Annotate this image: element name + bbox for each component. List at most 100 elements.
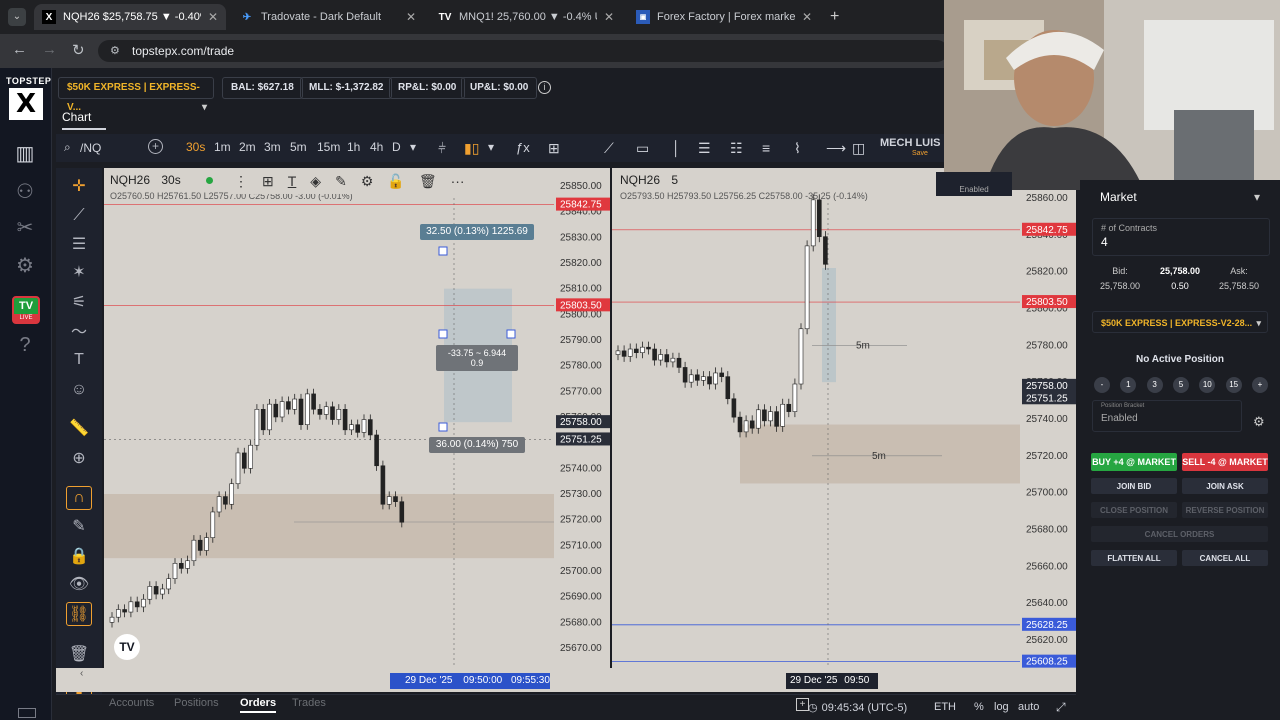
bracket-settings-gear-icon[interactable]: ⚙ xyxy=(1253,414,1265,430)
close-position-button[interactable]: CLOSE POSITION xyxy=(1091,502,1177,518)
layout-name[interactable]: MECH LUIS M xyxy=(880,137,944,149)
timeframe-1m[interactable]: 1m xyxy=(214,140,231,154)
draw-mode-icon[interactable]: ✎ xyxy=(66,514,92,538)
add-symbol-icon[interactable]: + xyxy=(148,139,163,154)
cancel-all-button[interactable]: CANCEL ALL xyxy=(1182,550,1268,566)
eye-icon[interactable]: 👁 xyxy=(66,572,92,596)
vertical-line-icon[interactable]: │ xyxy=(672,140,681,156)
join-bid-button[interactable]: JOIN BID xyxy=(1091,478,1177,494)
qty-3-button[interactable]: 3 xyxy=(1146,377,1163,393)
trash-icon[interactable]: 🗑 xyxy=(66,642,92,666)
percent-toggle[interactable]: % xyxy=(974,701,984,713)
fib-tool-icon[interactable]: ☰ xyxy=(66,232,92,256)
close-tab-icon[interactable]: ✕ xyxy=(406,10,416,24)
text-style-icon[interactable]: T xyxy=(288,173,297,189)
site-info-icon[interactable]: ⚙ xyxy=(110,44,120,57)
tab-accounts[interactable]: Accounts xyxy=(109,697,154,709)
close-tab-icon[interactable]: ✕ xyxy=(208,10,218,24)
bar-type-icon[interactable]: ⫩ xyxy=(438,140,446,157)
crosshair-icon[interactable]: ✛ xyxy=(66,174,92,198)
path-icon[interactable]: ⌇ xyxy=(794,140,801,157)
emoji-tool-icon[interactable]: ☺ xyxy=(66,378,92,402)
magnet-icon[interactable]: ∩ xyxy=(66,486,92,510)
tab-trades[interactable]: Trades xyxy=(292,697,326,709)
account-selector[interactable]: $50K EXPRESS | EXPRESS-V... ▾ xyxy=(58,77,214,113)
horizontal-lines-icon[interactable]: ☰ xyxy=(698,140,711,157)
timeframe-d[interactable]: D xyxy=(392,140,401,154)
drawing-lock-icon[interactable]: 🔓 xyxy=(387,173,404,190)
chart-pane-left[interactable]: 25850.00 25840.00 25830.00 25820.00 25810.00… xyxy=(104,168,610,668)
projection-tool-icon[interactable]: ⚟ xyxy=(66,290,92,314)
reload-icon[interactable]: ↻ xyxy=(72,41,85,59)
expand-sidebar-icon[interactable] xyxy=(18,708,36,718)
drag-handle-icon[interactable]: ⋮ xyxy=(234,173,248,190)
text-tool-icon[interactable]: T xyxy=(66,348,92,372)
new-tab-icon[interactable]: + xyxy=(830,8,839,26)
buy-market-button[interactable]: BUY +4 @ MARKET xyxy=(1091,453,1177,471)
trend-line-icon[interactable]: ⟋ xyxy=(604,140,614,157)
order-account-select[interactable]: $50K EXPRESS | EXPRESS-V2-28... ▾ xyxy=(1092,311,1268,333)
browser-tab-topstep[interactable]: X NQH26 $25,758.75 ▼ -0.40% ✕ xyxy=(34,4,226,30)
save-layout-label[interactable]: Save xyxy=(912,150,928,157)
timeframe-2m[interactable]: 2m xyxy=(239,140,256,154)
browser-tab-tradingview[interactable]: TV MNQ1! 25,760.00 ▼ -0.4% Unn ✕ xyxy=(430,4,622,30)
qty-15-button[interactable]: 15 xyxy=(1225,377,1242,393)
back-icon[interactable]: ← xyxy=(12,41,27,58)
log-toggle[interactable]: log xyxy=(994,701,1009,713)
auto-toggle[interactable]: auto xyxy=(1018,701,1039,713)
qty-5-button[interactable]: 5 xyxy=(1172,377,1189,393)
info-icon[interactable]: i xyxy=(538,81,551,94)
ray-icon[interactable]: ⟶ xyxy=(826,140,846,157)
qty-10-button[interactable]: 10 xyxy=(1199,377,1216,393)
tab-positions[interactable]: Positions xyxy=(174,697,219,709)
order-type-select[interactable]: Market ▾ xyxy=(1092,186,1268,210)
timezone-clock[interactable]: ◷ 09:45:34 (UTC-5) xyxy=(808,701,907,714)
qty-1-button[interactable]: 1 xyxy=(1120,377,1137,393)
ruler-icon[interactable]: 📏 xyxy=(66,416,92,440)
candles-icon[interactable]: ▮▯ xyxy=(464,140,479,157)
chart-pane-right[interactable]: 5m5m25860.0025840.0025820.0025800.002578… xyxy=(612,168,1076,668)
go-to-date-icon[interactable]: ‹ xyxy=(80,668,83,679)
flatten-all-button[interactable]: FLATTEN ALL xyxy=(1091,550,1177,566)
fib-icon[interactable]: ☷ xyxy=(730,140,743,157)
timeframe-3m[interactable]: 3m xyxy=(264,140,281,154)
zoom-in-icon[interactable]: ⊕ xyxy=(66,446,92,470)
tv-live-badge[interactable]: TV LIVE xyxy=(12,296,40,324)
link-icon[interactable]: ⛓ xyxy=(66,602,92,626)
reverse-position-button[interactable]: REVERSE POSITION xyxy=(1182,502,1268,518)
close-tab-icon[interactable]: ✕ xyxy=(604,10,614,24)
rectangle-icon[interactable]: ▭ xyxy=(636,140,649,157)
templates-icon[interactable]: ⊞ xyxy=(262,173,274,190)
help-icon[interactable]: ? xyxy=(10,330,40,360)
indicators-icon[interactable]: ƒx xyxy=(516,140,530,155)
layout-grid-icon[interactable]: ⊞ xyxy=(548,140,560,157)
browser-tab-tradovate[interactable]: ✈ Tradovate - Dark Default ✕ xyxy=(232,4,424,30)
browser-tab-forexfactory[interactable]: ▣ Forex Factory | Forex markets fo ✕ xyxy=(628,4,820,30)
timeframe-5m[interactable]: 5m xyxy=(290,140,307,154)
delete-drawing-icon[interactable]: 🗑 xyxy=(419,173,437,190)
timeframe-15m[interactable]: 15m xyxy=(317,140,340,154)
timeframe-4h[interactable]: 4h xyxy=(370,140,383,154)
right-chart-canvas[interactable]: 5m5m25860.0025840.0025820.0025800.002578… xyxy=(612,168,1076,668)
contracts-field[interactable]: # of Contracts 4 xyxy=(1092,218,1270,256)
chart-candles-icon[interactable]: ▥ xyxy=(10,138,40,168)
qty-minus-button[interactable]: - xyxy=(1094,377,1110,393)
channel-icon[interactable]: ≡ xyxy=(762,140,770,156)
join-ask-button[interactable]: JOIN ASK xyxy=(1182,478,1268,494)
left-chart-canvas[interactable]: 25850.0025840.0025830.0025820.0025810.00… xyxy=(104,168,610,668)
brush-tool-icon[interactable]: 〜 xyxy=(66,318,92,342)
panel-layout-icon[interactable]: ◫ xyxy=(852,140,865,157)
close-tab-icon[interactable]: ✕ xyxy=(802,10,812,24)
brand-logo[interactable]: TOPSTEP X xyxy=(6,76,51,126)
symbol-search[interactable]: /NQ xyxy=(80,141,101,155)
drawing-settings-icon[interactable]: ⚙ xyxy=(361,173,374,190)
community-icon[interactable]: ⚇ xyxy=(10,176,40,206)
fill-color-icon[interactable]: ◈ xyxy=(310,173,321,190)
line-color-icon[interactable]: ✎ xyxy=(335,173,347,190)
search-icon[interactable]: ⌕ xyxy=(64,140,71,155)
forward-icon[interactable]: → xyxy=(42,41,57,58)
qty-plus-button[interactable]: + xyxy=(1251,377,1268,393)
chevron-down-icon[interactable]: ▾ xyxy=(410,140,416,154)
pattern-tool-icon[interactable]: ✶ xyxy=(66,260,92,284)
timeframe-1h[interactable]: 1h xyxy=(347,140,360,154)
